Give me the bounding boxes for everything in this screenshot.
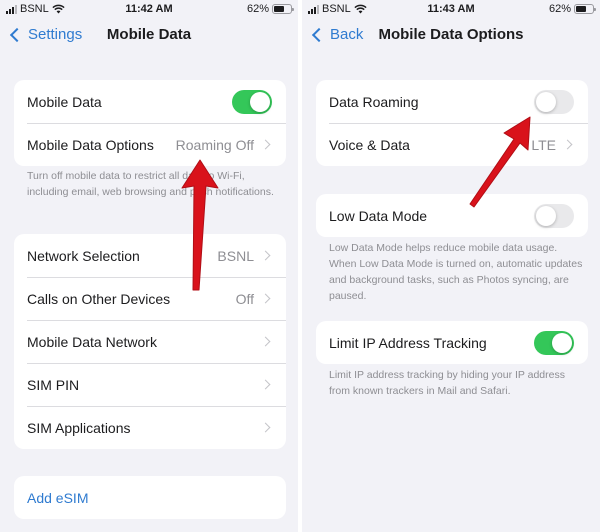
mobile-data-group: Mobile Data Mobile Data Options Roaming … — [14, 80, 286, 166]
chevron-left-icon — [9, 27, 25, 42]
calls-on-other-devices-row[interactable]: Calls on Other Devices Off — [14, 277, 286, 320]
limit-ip-tracking-row[interactable]: Limit IP Address Tracking — [316, 321, 588, 364]
row-label: Add eSIM — [27, 489, 89, 506]
chevron-right-icon — [260, 293, 271, 304]
back-label: Settings — [28, 26, 83, 43]
status-bar: BSNL 11:43 AM 62% — [302, 0, 600, 20]
ip-tracking-group: Limit IP Address Tracking — [316, 321, 588, 364]
network-group: Network Selection BSNL Calls on Other De… — [14, 234, 286, 449]
chevron-right-icon — [260, 422, 271, 433]
data-roaming-toggle[interactable] — [534, 89, 574, 114]
battery-icon — [574, 4, 596, 14]
limit-ip-tracking-toggle[interactable] — [534, 330, 574, 355]
chevron-right-icon — [260, 379, 271, 390]
mobile-data-toggle[interactable] — [232, 89, 272, 114]
back-button[interactable]: Back — [310, 26, 363, 43]
chevron-right-icon — [260, 250, 271, 261]
row-label: Voice & Data — [329, 136, 410, 153]
back-label: Back — [330, 26, 364, 43]
mobile-data-options-screen: BSNL 11:43 AM 62% Back Mobile Data Optio… — [302, 0, 600, 532]
voice-and-data-row[interactable]: Voice & Data LTE — [316, 123, 588, 166]
row-label: Mobile Data — [27, 93, 102, 110]
mobile-data-options-row[interactable]: Mobile Data Options Roaming Off — [14, 123, 286, 166]
row-label: Calls on Other Devices — [27, 290, 171, 307]
esim-group: Add eSIM — [14, 476, 286, 519]
mobile-data-row[interactable]: Mobile Data — [14, 80, 286, 123]
row-value: Roaming Off — [175, 136, 254, 153]
roaming-group: Data Roaming Voice & Data LTE — [316, 80, 588, 166]
row-label: Network Selection — [27, 247, 140, 264]
mobile-data-screen: BSNL 11:42 AM 62% Settings Mobile Data M… — [0, 0, 298, 532]
battery-percent: 62% — [246, 3, 269, 15]
row-value: BSNL — [217, 247, 254, 264]
add-esim-button[interactable]: Add eSIM — [14, 476, 286, 519]
row-label: Mobile Data Options — [27, 136, 154, 153]
low-data-mode-row[interactable]: Low Data Mode — [316, 194, 588, 237]
nav-bar: Settings Mobile Data — [0, 22, 298, 48]
chevron-right-icon — [562, 139, 573, 150]
battery-icon — [272, 4, 294, 14]
low-data-mode-footnote: Low Data Mode helps reduce mobile data u… — [329, 242, 583, 302]
mobile-data-footnote: Turn off mobile data to restrict all dat… — [27, 170, 274, 198]
battery-status: 62% — [246, 3, 294, 15]
row-label: Low Data Mode — [329, 207, 428, 224]
battery-status: 62% — [548, 3, 596, 15]
row-label: Limit IP Address Tracking — [329, 334, 487, 351]
row-label: Mobile Data Network — [27, 333, 157, 350]
chevron-right-icon — [260, 139, 271, 150]
sim-applications-row[interactable]: SIM Applications — [14, 406, 286, 449]
status-bar: BSNL 11:42 AM 62% — [0, 0, 298, 20]
row-value: Off — [235, 290, 254, 307]
back-button[interactable]: Settings — [8, 26, 82, 43]
ip-tracking-footnote: Limit IP address tracking by hiding your… — [329, 369, 565, 397]
row-label: Data Roaming — [329, 93, 419, 110]
row-label: SIM PIN — [27, 376, 80, 393]
battery-percent: 62% — [548, 3, 571, 15]
sim-pin-row[interactable]: SIM PIN — [14, 363, 286, 406]
low-data-mode-toggle[interactable] — [534, 203, 574, 228]
chevron-right-icon — [260, 336, 271, 347]
nav-bar: Back Mobile Data Options — [302, 22, 600, 48]
data-roaming-row[interactable]: Data Roaming — [316, 80, 588, 123]
network-selection-row[interactable]: Network Selection BSNL — [14, 234, 286, 277]
row-label: SIM Applications — [27, 419, 131, 436]
chevron-left-icon — [311, 27, 327, 42]
row-value: LTE — [531, 136, 556, 153]
low-data-group: Low Data Mode — [316, 194, 588, 237]
mobile-data-network-row[interactable]: Mobile Data Network — [14, 320, 286, 363]
